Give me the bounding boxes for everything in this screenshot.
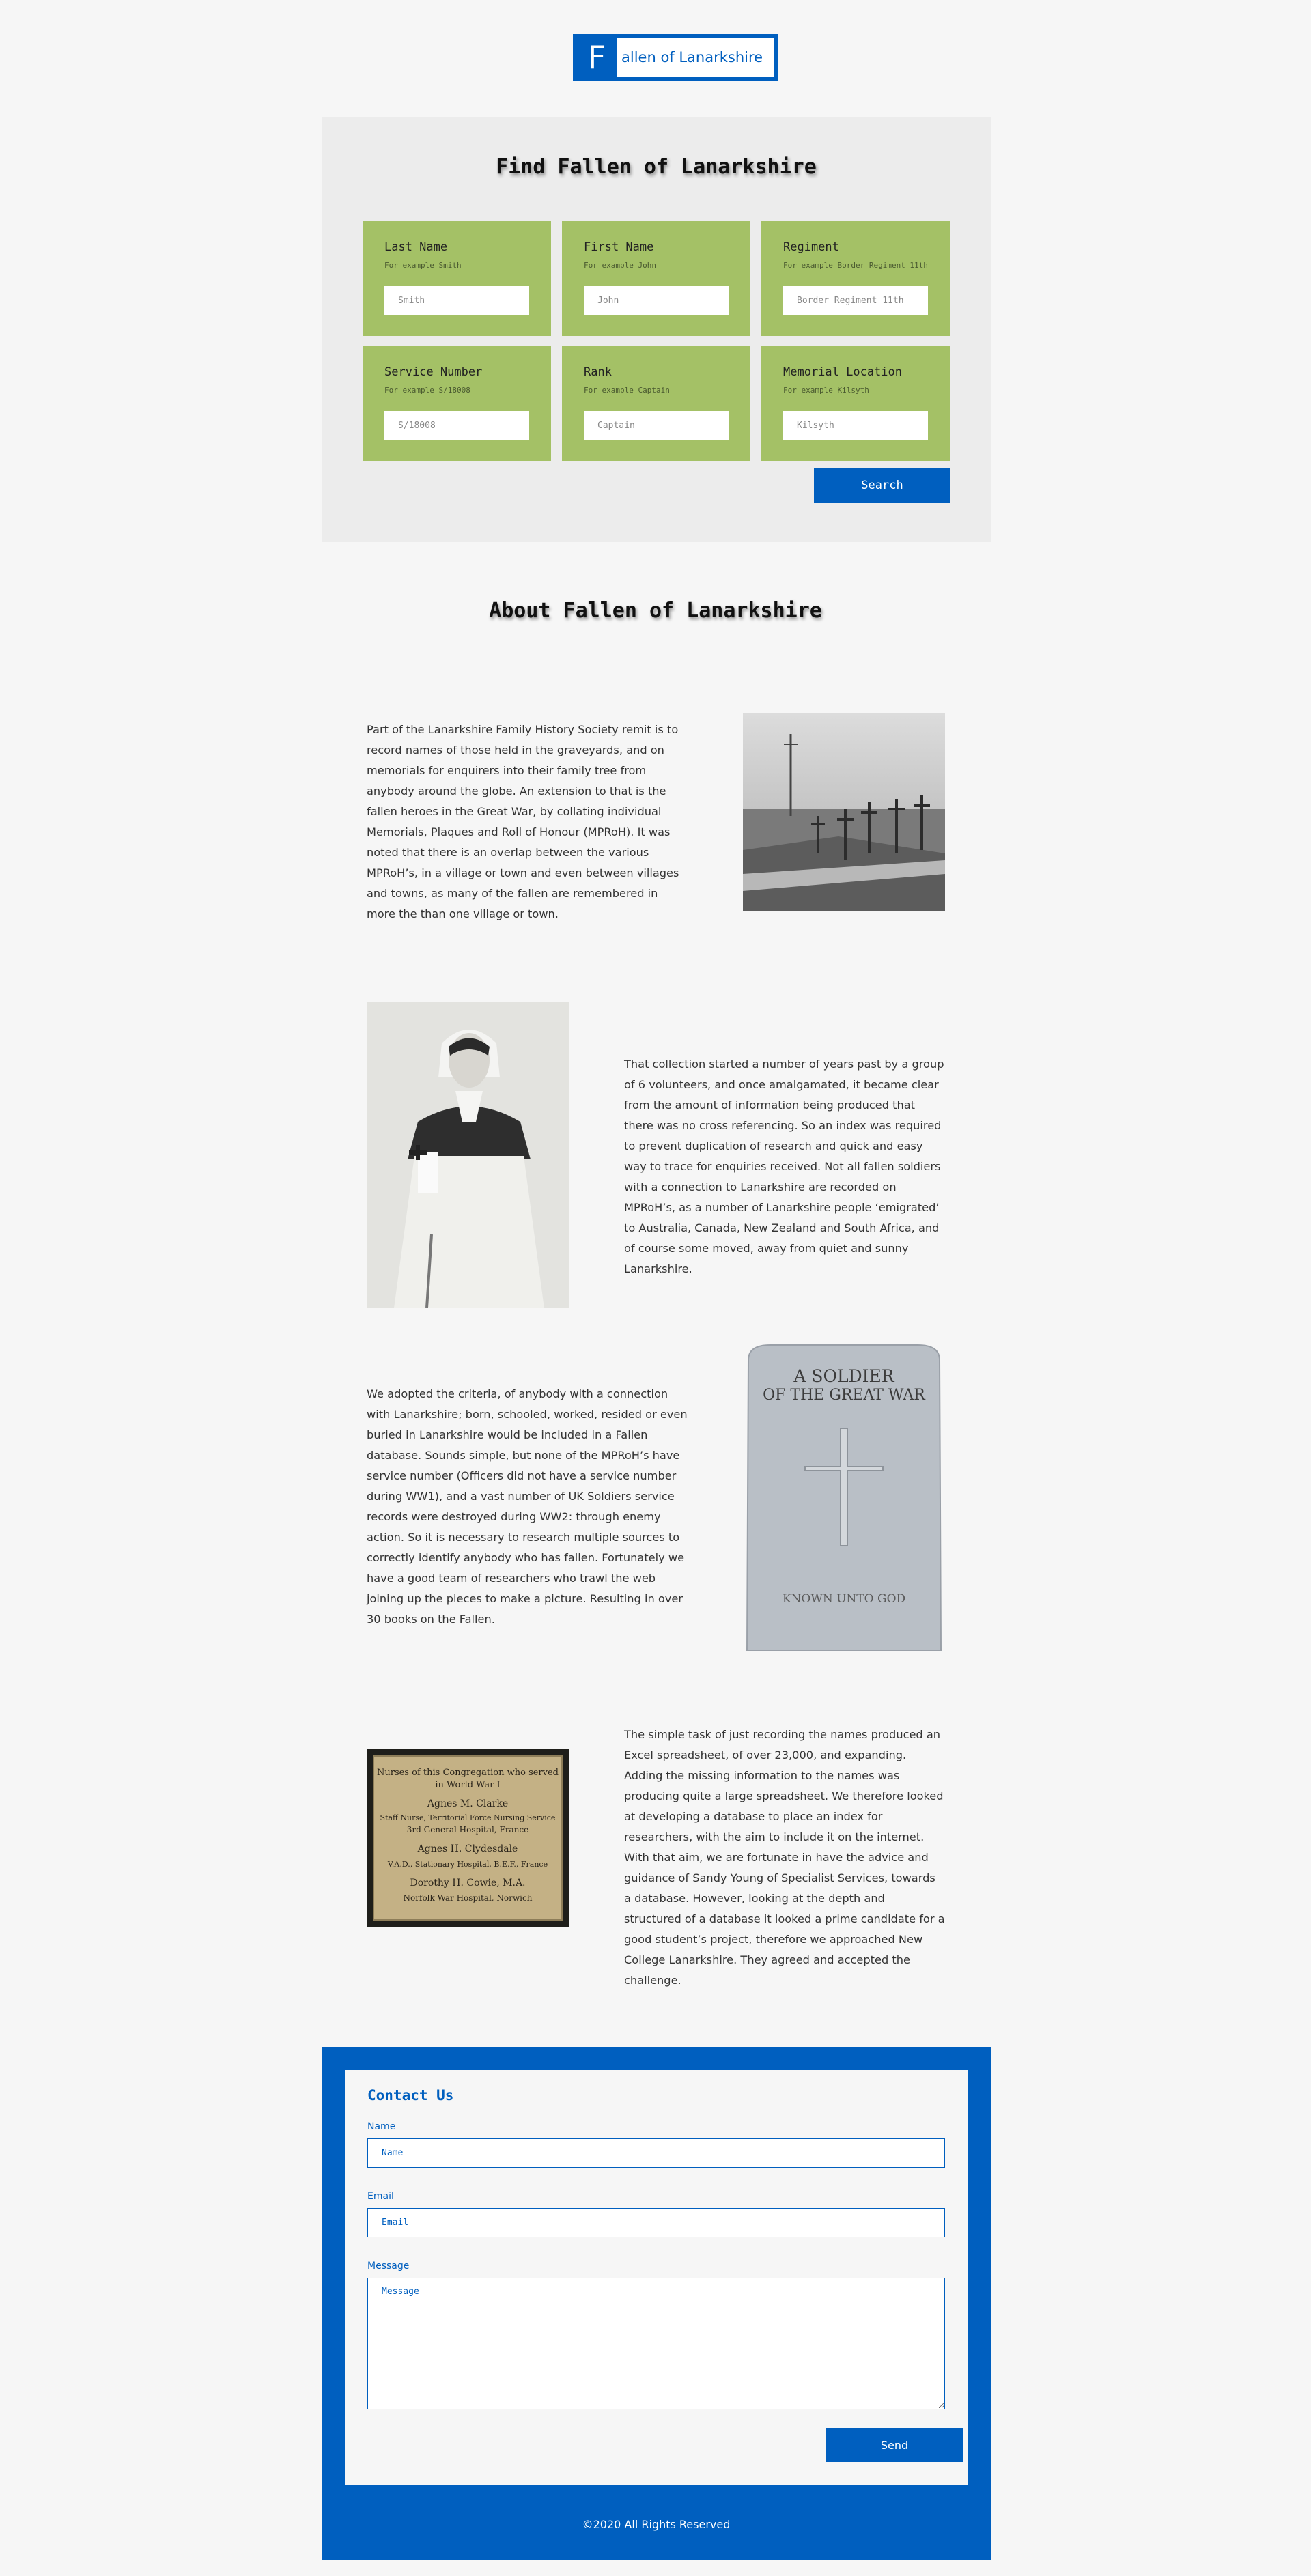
field-memorial-location: Memorial Location For example Kilsyth [761, 346, 950, 461]
plaque-line: V.A.D., Stationary Hospital, B.E.F., Fra… [387, 1860, 548, 1869]
first-name-input[interactable] [584, 286, 729, 315]
send-button[interactable]: Send [826, 2428, 963, 2462]
memorial-plaque-photo: Nurses of this Congregation who served i… [367, 1749, 569, 1927]
plaque-line: 3rd General Hospital, France [407, 1825, 529, 1835]
regiment-input[interactable] [783, 286, 928, 315]
about-paragraph-4: The simple task of just recording the na… [624, 1728, 945, 1987]
field-last-name: Last Name For example Smith [363, 221, 551, 336]
email-input[interactable] [367, 2208, 945, 2237]
search-panel: Find Fallen of Lanarkshire Last Name For… [322, 117, 991, 542]
about-title: About Fallen of Lanarkshire [489, 599, 822, 623]
contact-form: Contact Us Name Email Message Send [345, 2070, 968, 2485]
about-paragraph-1: Part of the Lanarkshire Family History S… [367, 723, 679, 920]
contact-title: Contact Us [367, 2087, 454, 2104]
plaque-line: Agnes H. Clydesdale [417, 1843, 518, 1854]
footer-copyright: ©2020 All Rights Reserved [582, 2518, 731, 2531]
field-label: Service Number [384, 365, 483, 379]
name-input[interactable] [367, 2138, 945, 2168]
field-first-name: First Name For example John [562, 221, 750, 336]
last-name-input[interactable] [384, 286, 529, 315]
field-hint: For example S/18008 [384, 386, 470, 395]
field-label: Memorial Location [783, 365, 902, 379]
field-regiment: Regiment For example Border Regiment 11t… [761, 221, 950, 336]
plaque-line: Norfolk War Hospital, Norwich [404, 1893, 533, 1903]
field-hint: For example Border Regiment 11th [783, 261, 928, 270]
field-hint: For example Smith [384, 261, 462, 270]
memorial-location-input[interactable] [783, 411, 928, 440]
logo-letter: F [587, 39, 606, 76]
about-paragraph-3: We adopted the criteria, of anybody with… [367, 1387, 688, 1626]
field-hint: For example John [584, 261, 656, 270]
cemetery-photo [743, 713, 945, 911]
name-label: Name [367, 2121, 396, 2132]
plaque-line: Agnes M. Clarke [427, 1798, 508, 1809]
message-label: Message [367, 2261, 410, 2271]
site-logo[interactable]: F allen of Lanarkshire [573, 34, 778, 81]
headstone-line-3: KNOWN UNTO GOD [783, 1592, 905, 1606]
field-hint: For example Kilsyth [783, 386, 869, 395]
about-paragraph-2: That collection started a number of year… [624, 1058, 944, 1275]
search-title: Find Fallen of Lanarkshire [496, 155, 817, 179]
headstone-line-2: OF THE GREAT WAR [763, 1387, 926, 1404]
headstone-photo: A SOLDIER OF THE GREAT WAR KNOWN UNTO GO… [743, 1340, 945, 1654]
message-textarea[interactable] [367, 2278, 945, 2409]
plaque-line: Nurses of this Congregation who served [377, 1768, 559, 1778]
headstone-line-1: A SOLDIER [793, 1366, 894, 1386]
field-label: Rank [584, 365, 612, 379]
field-label: First Name [584, 240, 654, 254]
field-service-number: Service Number For example S/18008 [363, 346, 551, 461]
plaque-line: Staff Nurse, Territorial Force Nursing S… [380, 1813, 556, 1822]
logo-text: allen of Lanarkshire [617, 38, 774, 77]
field-label: Regiment [783, 240, 839, 254]
field-label: Last Name [384, 240, 448, 254]
nurse-portrait-photo [367, 1002, 569, 1308]
search-button[interactable]: Search [814, 468, 950, 503]
service-number-input[interactable] [384, 411, 529, 440]
email-label: Email [367, 2191, 394, 2202]
field-hint: For example Captain [584, 386, 670, 395]
rank-input[interactable] [584, 411, 729, 440]
plaque-line: in World War I [435, 1780, 500, 1790]
plaque-line: Dorothy H. Cowie, M.A. [410, 1878, 525, 1888]
field-rank: Rank For example Captain [562, 346, 750, 461]
contact-section: Contact Us Name Email Message Send ©2020… [322, 2047, 991, 2560]
